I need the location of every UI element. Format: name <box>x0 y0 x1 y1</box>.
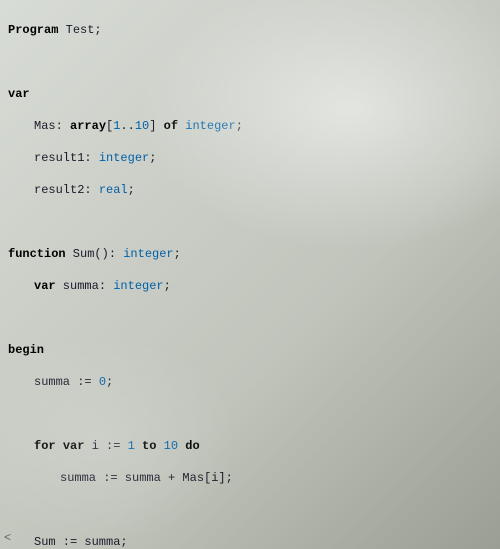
type: integer <box>185 119 235 133</box>
code-editor-viewport[interactable]: Program Test; var Mas: array[1..10] of i… <box>8 6 492 549</box>
type: integer <box>99 151 149 165</box>
keyword: begin <box>8 343 44 357</box>
blank-line <box>8 406 492 422</box>
identifier: Test; <box>58 23 101 37</box>
keyword: Program <box>8 23 58 37</box>
scroll-left-indicator[interactable]: < <box>4 531 11 545</box>
keyword: array <box>70 119 106 133</box>
keyword: var <box>34 279 56 293</box>
blank-line <box>8 214 492 230</box>
code-line: for var i := 1 to 10 do <box>34 438 492 454</box>
code-line: Program Test; <box>8 22 492 38</box>
code-line: Sum := summa; <box>34 534 492 549</box>
blank-line <box>8 502 492 518</box>
code-line: var <box>8 86 492 102</box>
code-line: var summa: integer; <box>34 278 492 294</box>
code-line: summa := summa + Mas[i]; <box>60 470 492 486</box>
code-line: function Sum(): integer; <box>8 246 492 262</box>
code-line: Mas: array[1..10] of integer; <box>34 118 492 134</box>
type: integer <box>123 247 173 261</box>
blank-line <box>8 54 492 70</box>
code-line: begin <box>8 342 492 358</box>
blank-line <box>8 310 492 326</box>
identifier: Mas: <box>34 119 70 133</box>
code-line: result2: real; <box>34 182 492 198</box>
type: integer <box>113 279 163 293</box>
code-line: result1: integer; <box>34 150 492 166</box>
keyword: function <box>8 247 66 261</box>
code-line: summa := 0; <box>34 374 492 390</box>
keyword: var <box>8 87 30 101</box>
type: real <box>99 183 128 197</box>
